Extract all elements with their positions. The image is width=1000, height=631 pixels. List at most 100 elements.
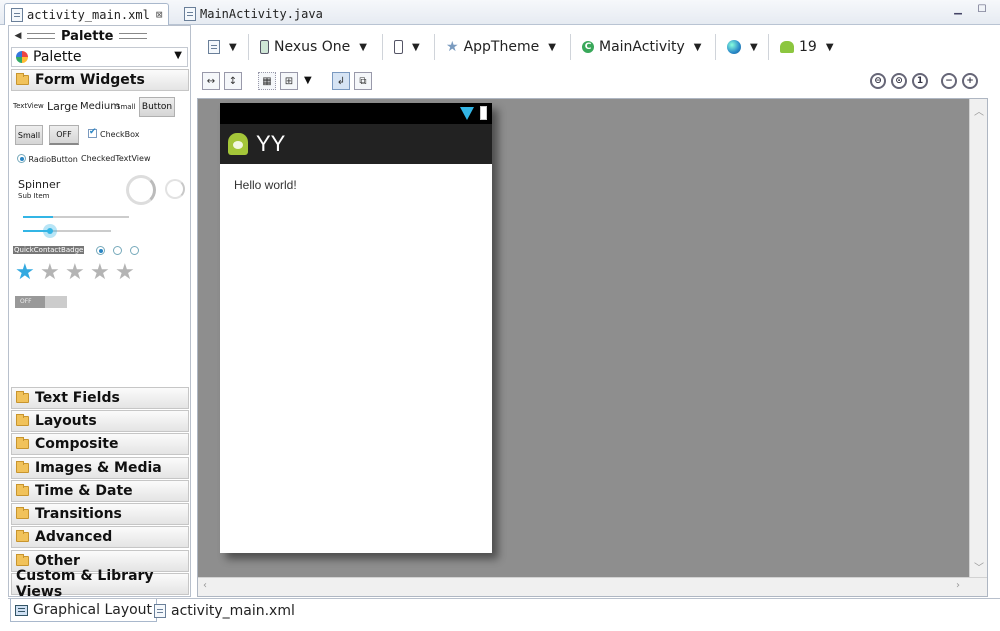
zoom-out-icon[interactable]: −	[941, 73, 957, 89]
status-bar	[220, 103, 492, 124]
chevron-down-icon[interactable]: ▼	[304, 75, 312, 86]
scroll-left-icon[interactable]: ‹	[203, 580, 207, 591]
scroll-down-icon[interactable]: ﹀	[974, 559, 984, 574]
tab-xml-source[interactable]: activity_main.xml	[150, 599, 299, 622]
widget-textview[interactable]: TextView	[13, 102, 44, 110]
widget-progress-horizontal[interactable]	[23, 216, 129, 218]
activity-chooser[interactable]: C MainActivity ▼	[582, 36, 701, 58]
radiobutton-label: RadioButton	[28, 155, 78, 164]
device-label: Nexus One	[274, 39, 351, 55]
tab-label: Graphical Layout	[33, 602, 153, 618]
fill-height-icon[interactable]: ↕	[224, 72, 242, 90]
radio-icon[interactable]	[113, 246, 122, 255]
widget-checkbox[interactable]: CheckBox	[88, 127, 139, 139]
drag-handle-icon[interactable]	[27, 33, 55, 39]
xml-file-icon	[11, 7, 23, 22]
design-canvas[interactable]: YY Hello world! ︿ ﹀ ‹ ›	[197, 98, 988, 597]
widget-button[interactable]: Button	[139, 97, 175, 117]
app-title: YY	[256, 131, 286, 156]
tab-activity-main-xml[interactable]: activity_main.xml ⊠	[4, 3, 170, 25]
layout-direction-icon[interactable]: ↲	[332, 72, 350, 90]
widget-large-text[interactable]: Large	[47, 100, 78, 113]
category-form-widgets[interactable]: Form Widgets	[11, 69, 189, 91]
battery-icon	[480, 106, 487, 120]
collapse-arrow-icon[interactable]: ◀	[9, 31, 27, 41]
category-custom-library-views[interactable]: Custom & Library Views	[11, 568, 189, 600]
widget-radiobutton[interactable]: RadioButton	[17, 154, 78, 164]
widget-toggle-button[interactable]: OFF	[49, 125, 79, 145]
show-margins-icon[interactable]: ▦	[258, 72, 276, 90]
tab-mainactivity-java[interactable]: MainActivity.java	[178, 3, 329, 25]
category-transitions[interactable]: Transitions	[11, 503, 189, 525]
folder-icon	[16, 554, 29, 566]
minimize-icon[interactable]: ▁	[951, 4, 965, 16]
scroll-right-icon[interactable]: ›	[956, 580, 960, 591]
android-app-icon	[228, 133, 248, 155]
vertical-scrollbar[interactable]: ︿ ﹀	[969, 99, 987, 577]
category-label: Composite	[35, 436, 119, 452]
locale-chooser[interactable]: ▼	[727, 36, 758, 58]
zoom-100-icon[interactable]: 1	[912, 73, 928, 89]
palette-dropdown[interactable]: Palette ▼	[11, 47, 188, 67]
distribute-icon[interactable]: ⊞	[280, 72, 298, 90]
category-images-media[interactable]: Images & Media	[11, 457, 189, 479]
maximize-icon[interactable]: ☐	[975, 4, 989, 16]
category-advanced[interactable]: Advanced	[11, 526, 189, 548]
category-label: Transitions	[35, 506, 122, 522]
palette-icon	[16, 51, 28, 63]
category-label: Time & Date	[35, 483, 133, 499]
widget-progress-large[interactable]	[126, 175, 156, 205]
widget-seekbar[interactable]	[23, 224, 111, 238]
config-chooser[interactable]: ▼	[208, 36, 237, 58]
widget-progress-normal[interactable]	[165, 179, 185, 199]
palette-dropdown-label: Palette	[33, 49, 82, 65]
activity-label: MainActivity	[599, 39, 685, 55]
widget-checked-textview[interactable]: CheckedTextView	[81, 154, 151, 163]
folder-icon	[16, 391, 29, 403]
device-chooser[interactable]: Nexus One ▼	[260, 36, 367, 58]
rating-star-icon: ★	[65, 260, 85, 285]
horizontal-scrollbar[interactable]: ‹ ›	[198, 577, 987, 596]
api-level-label: 19	[799, 39, 817, 55]
widget-quick-contact-badge[interactable]: QuickContactBadge	[13, 246, 85, 254]
globe-icon	[727, 40, 741, 54]
category-time-date[interactable]: Time & Date	[11, 480, 189, 502]
category-label: Advanced	[35, 529, 113, 545]
action-bar[interactable]: YY	[220, 124, 492, 164]
rating-star-icon: ★	[40, 260, 60, 285]
category-layouts[interactable]: Layouts	[11, 410, 189, 432]
close-icon[interactable]: ⊠	[156, 8, 163, 21]
category-composite[interactable]: Composite	[11, 433, 189, 455]
category-text-fields[interactable]: Text Fields	[11, 387, 189, 409]
zoom-real-size-icon[interactable]: ⊙	[891, 73, 907, 89]
radio-icon[interactable]	[130, 246, 139, 255]
tab-graphical-layout[interactable]: Graphical Layout	[10, 599, 158, 622]
fill-width-icon[interactable]: ↔	[202, 72, 220, 90]
toggle-view-icon[interactable]: ⧉	[354, 72, 372, 90]
widget-spinner[interactable]: Spinner	[18, 178, 60, 191]
radio-icon[interactable]	[96, 246, 105, 255]
theme-chooser[interactable]: ★ AppTheme ▼	[446, 36, 556, 58]
category-label: Text Fields	[35, 390, 120, 406]
scroll-up-icon[interactable]: ︿	[974, 103, 984, 118]
widget-switch[interactable]: OFF	[15, 296, 67, 308]
api-level-chooser[interactable]: 19 ▼	[780, 36, 834, 58]
hello-textview[interactable]: Hello world!	[234, 178, 297, 192]
category-label: Other	[35, 553, 80, 569]
widget-spinner-sub: Sub Item	[18, 192, 50, 200]
tab-label: MainActivity.java	[200, 7, 323, 21]
device-preview[interactable]: YY Hello world!	[220, 103, 492, 553]
toolbar-separator	[248, 34, 249, 60]
orientation-chooser[interactable]: ▼	[394, 36, 420, 58]
tab-label: activity_main.xml	[27, 7, 150, 22]
widget-medium-text[interactable]: Medium	[80, 101, 120, 112]
zoom-fit-icon[interactable]: ⊖	[870, 73, 886, 89]
widget-small-text[interactable]: Small	[116, 103, 135, 111]
category-label: Images & Media	[35, 460, 162, 476]
drag-handle-icon[interactable]	[119, 33, 148, 39]
layout-file-icon	[208, 40, 220, 54]
toolbar-separator	[382, 34, 383, 60]
widget-small-button[interactable]: Small	[15, 125, 43, 145]
zoom-in-icon[interactable]: +	[962, 73, 978, 89]
rating-star-icon: ★	[115, 260, 135, 285]
